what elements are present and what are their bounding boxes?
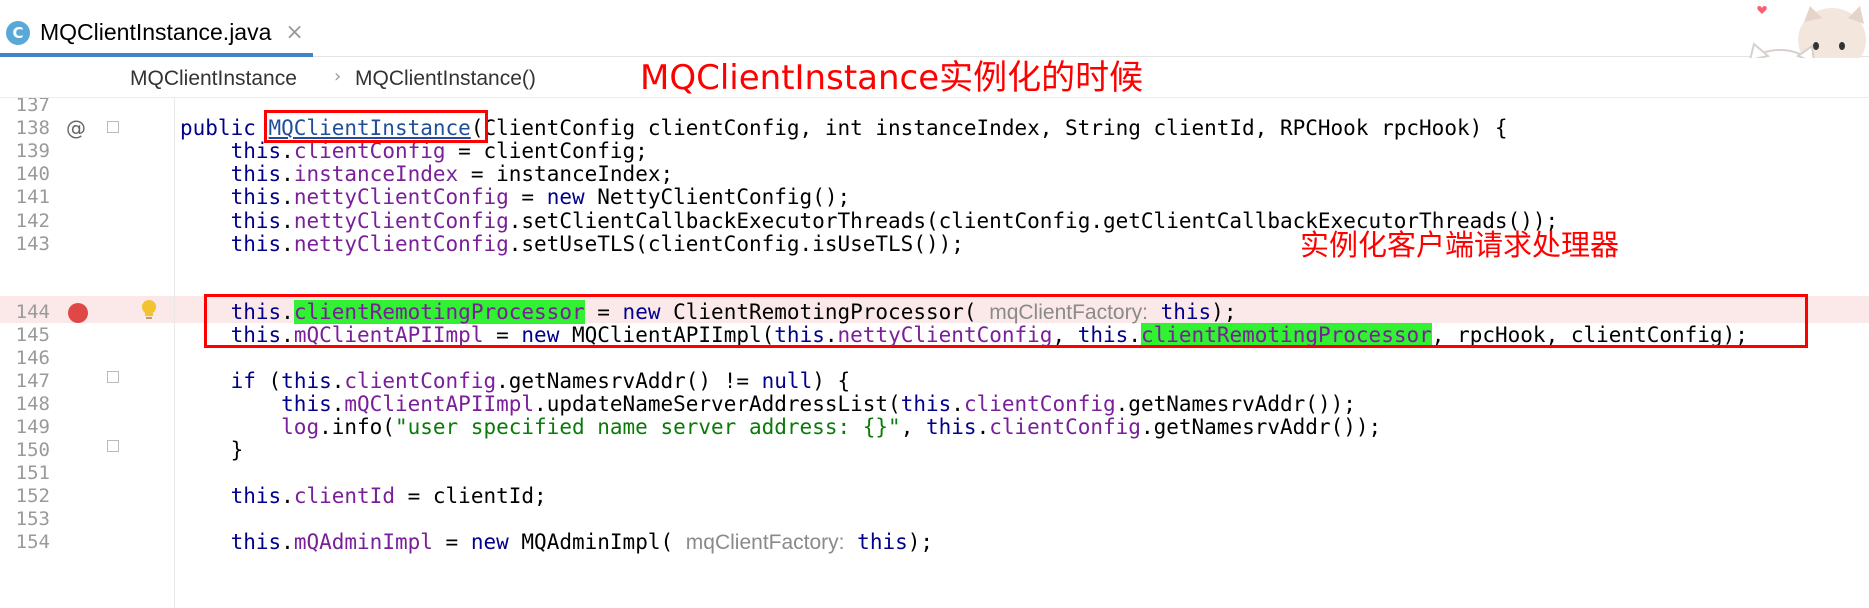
code-line-154: this.mQAdminImpl = new MQAdminImpl( mqCl…	[230, 530, 934, 554]
code-line-150: }	[230, 438, 244, 462]
annotation-title-note: MQClientInstance实例化的时候	[640, 58, 1144, 98]
gutter-divider	[174, 98, 175, 608]
code-editor[interactable]: 137 138 139 140 141 142 143 144 145 146 …	[0, 98, 1869, 608]
processor-highlight-box	[204, 294, 1808, 348]
tab-mqclientinstance-java[interactable]: C MQClientInstance.java ×	[0, 12, 313, 57]
close-icon[interactable]: ×	[285, 20, 303, 45]
code-line-141: this.nettyClientConfig = new NettyClient…	[230, 185, 851, 209]
code-line-152: this.clientId = clientId;	[230, 484, 547, 508]
breadcrumb-method[interactable]: MQClientInstance()	[355, 67, 536, 91]
tab-label: MQClientInstance.java	[40, 19, 272, 45]
class-icon: C	[6, 20, 30, 45]
editor-tab-bar: C MQClientInstance.java ×	[0, 0, 1869, 57]
constructor-highlight-box	[264, 110, 488, 143]
breadcrumb-separator: ›	[334, 66, 342, 87]
breadcrumb-class[interactable]: MQClientInstance	[130, 67, 297, 91]
annotation-processor-note: 实例化客户端请求处理器	[1300, 228, 1620, 262]
